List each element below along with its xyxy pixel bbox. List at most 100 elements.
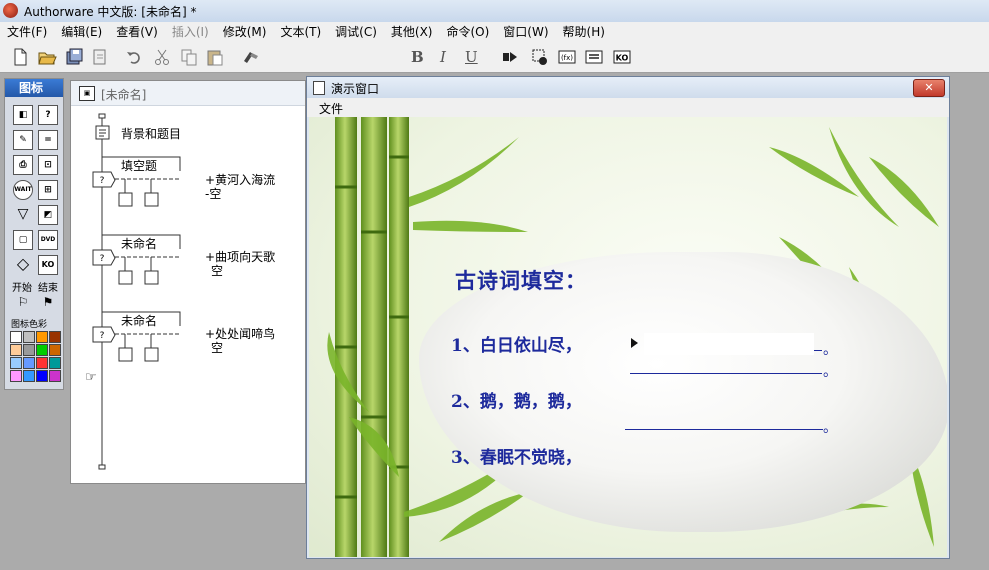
menu-edit[interactable]: 编辑(E) <box>54 22 109 42</box>
color-swatch[interactable] <box>49 344 61 356</box>
menu-window[interactable]: 窗口(W) <box>496 22 555 42</box>
answer-1-input[interactable] <box>644 333 814 355</box>
decision-icon[interactable]: WAIT <box>13 180 33 200</box>
save-all-icon[interactable] <box>64 47 84 67</box>
question-3: 3、春眠不觉晓， <box>451 443 582 468</box>
menu-help[interactable]: 帮助(H) <box>556 22 612 42</box>
interaction-1-label[interactable]: 填空题 <box>121 157 157 174</box>
run-icon[interactable] <box>500 47 520 67</box>
calculation-icon[interactable]: ▽ <box>13 205 33 225</box>
interaction-3-label[interactable]: 未命名 <box>121 312 157 329</box>
presentation-title-bar[interactable]: 演示窗口 ✕ <box>307 77 949 98</box>
color-swatch[interactable] <box>36 370 48 382</box>
color-swatch[interactable] <box>23 370 35 382</box>
presentation-menu-file[interactable]: 文件 <box>319 100 343 117</box>
answer-1-underline <box>814 350 822 351</box>
question-1: 1、白日依山尽， <box>451 331 582 356</box>
color-swatch[interactable] <box>36 331 48 343</box>
open-icon[interactable] <box>37 47 57 67</box>
menu-other[interactable]: 其他(X) <box>384 22 440 42</box>
color-swatch[interactable] <box>10 370 22 382</box>
interaction-2-branch-suffix: 空 <box>211 264 224 278</box>
interaction-2-label[interactable]: 未命名 <box>121 235 157 252</box>
answer-2-input[interactable] <box>630 373 822 374</box>
interaction-3-branch-suffix: 空 <box>211 341 224 355</box>
color-swatch[interactable] <box>49 370 61 382</box>
menu-command[interactable]: 命令(O) <box>439 22 496 42</box>
color-swatch[interactable] <box>49 357 61 369</box>
menu-text[interactable]: 文本(T) <box>273 22 328 42</box>
color-swatch[interactable] <box>10 344 22 356</box>
ko-icon[interactable]: KO <box>38 255 58 275</box>
digital-movie-icon[interactable]: ▢ <box>13 230 33 250</box>
bold-button[interactable]: B <box>411 48 424 66</box>
icon-color-label: 图标色彩 <box>11 320 48 330</box>
italic-button[interactable]: I <box>440 48 446 66</box>
color-swatch[interactable] <box>10 331 22 343</box>
answer-3-input[interactable] <box>625 429 823 430</box>
find-icon[interactable] <box>241 47 261 67</box>
paste-icon[interactable] <box>205 47 225 67</box>
erase-icon[interactable]: ✎ <box>13 130 33 150</box>
menu-view[interactable]: 查看(V) <box>109 22 165 42</box>
framework-icon[interactable]: ⊡ <box>38 155 58 175</box>
close-button[interactable]: ✕ <box>913 79 945 97</box>
new-icon[interactable] <box>10 47 30 67</box>
undo-icon[interactable] <box>124 47 144 67</box>
color-swatch[interactable] <box>36 357 48 369</box>
knowledge-objects-icon[interactable]: KO <box>612 47 632 67</box>
question-3-number: 3、 <box>451 448 480 468</box>
svg-text:?: ? <box>100 176 105 186</box>
menu-debug[interactable]: 调试(C) <box>328 22 384 42</box>
cut-icon[interactable] <box>152 47 172 67</box>
control-panel-icon[interactable] <box>530 47 550 67</box>
menubar: 文件(F) 编辑(E) 查看(V) 插入(I) 修改(M) 文本(T) 调试(C… <box>0 22 989 42</box>
interaction-1-branch-label: 黄河入海流 <box>215 173 276 187</box>
color-swatch[interactable] <box>10 357 22 369</box>
start-flag-icon[interactable]: ⚐ <box>13 293 33 313</box>
motion-icon[interactable]: ? <box>38 105 58 125</box>
color-swatch[interactable] <box>23 357 35 369</box>
answer-3-period: 。 <box>823 420 837 436</box>
color-swatch[interactable] <box>36 344 48 356</box>
app-title-bar: Authorware 中文版: [未命名] * <box>0 0 989 22</box>
app-title: Authorware 中文版: [未命名] * <box>24 5 197 19</box>
color-swatch[interactable] <box>23 344 35 356</box>
color-swatch[interactable] <box>23 331 35 343</box>
interaction-2-branch-label: 曲项向天歌 <box>215 250 276 264</box>
display-icon[interactable]: ◧ <box>13 105 33 125</box>
answer-1-period: 。 <box>823 342 837 358</box>
flowline-window: ▣ [未命名] 背景和题目 ? ? ? ☞ 填空题 +黄河入海流 -空 未命名 … <box>70 80 306 484</box>
menu-insert[interactable]: 插入(I) <box>165 22 216 42</box>
variables-icon[interactable] <box>584 47 604 67</box>
toolbar: ▼ B I U (fx) KO <box>0 42 989 108</box>
icon-palette: 图标 ◧ ? ✎ = ⎙ ⊡ WAIT ⊞ ▽ ◩ ▢ DVD ◇ KO 开始 … <box>4 78 64 390</box>
sound-icon[interactable]: DVD <box>38 230 58 250</box>
interaction-icon[interactable]: ⊞ <box>38 180 58 200</box>
presentation-window-icon <box>313 81 325 95</box>
menu-file[interactable]: 文件(F) <box>0 22 54 42</box>
svg-text:?: ? <box>100 254 105 264</box>
copy-icon[interactable] <box>179 47 199 67</box>
color-swatch[interactable] <box>49 331 61 343</box>
end-flag-icon[interactable]: ⚑ <box>38 293 58 313</box>
video-icon[interactable]: ◇ <box>13 255 33 275</box>
question-1-prompt: 白日依山尽， <box>479 336 582 356</box>
import-icon[interactable] <box>90 47 110 67</box>
map-icon[interactable]: ◩ <box>38 205 58 225</box>
presentation-window: 演示窗口 ✕ 文件 古诗词填空： 1、白日依山尽， 2、鹅，鹅，鹅， 3、春眠不… <box>306 76 950 559</box>
interaction-1-branch-suffix: 空 <box>209 187 222 201</box>
question-2: 2、鹅，鹅，鹅， <box>451 387 582 412</box>
paste-hand-pointer-icon: ☞ <box>85 370 97 385</box>
authorware-logo-icon <box>3 3 18 18</box>
answer-2-period: 。 <box>823 364 837 380</box>
interaction-3-branch-label: 处处闻啼鸟 <box>215 327 276 341</box>
menu-modify[interactable]: 修改(M) <box>216 22 274 42</box>
navigate-icon[interactable]: ⎙ <box>13 155 33 175</box>
presentation-title: 演示窗口 <box>331 82 380 96</box>
functions-icon[interactable]: (fx) <box>557 47 577 67</box>
wait-icon[interactable]: = <box>38 130 58 150</box>
underline-button[interactable]: U <box>465 48 478 66</box>
interaction-1-branch-type: -空 <box>205 187 222 201</box>
question-2-number: 2、 <box>451 392 480 412</box>
